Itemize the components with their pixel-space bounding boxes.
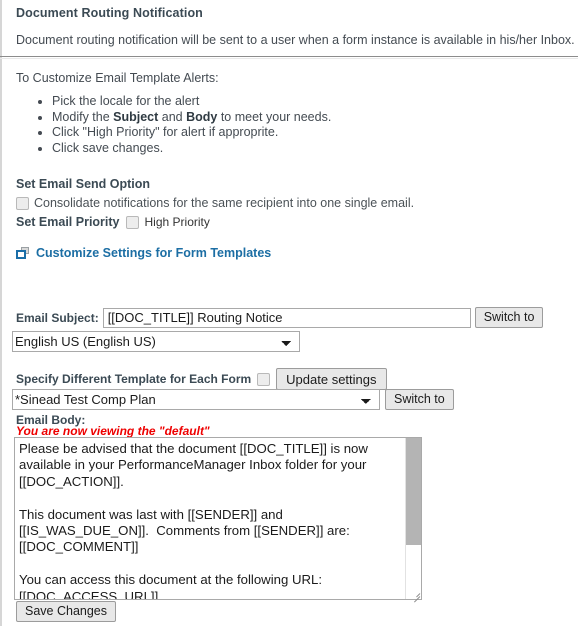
section-divider: [0, 56, 578, 57]
page-title: Document Routing Notification: [16, 6, 203, 20]
list-item-mid: and: [158, 109, 187, 124]
send-option-heading: Set Email Send Option: [16, 177, 151, 191]
locale-select[interactable]: English US (English US): [12, 331, 300, 352]
form-template-select[interactable]: *Sinead Test Comp Plan: [12, 389, 380, 410]
list-item-text: Pick the locale for the alert: [52, 94, 200, 108]
email-body-wrapper: Please be advised that the document [[DO…: [14, 437, 422, 603]
template-switch-to-button[interactable]: Switch to: [385, 389, 454, 410]
page-description: Document routing notification will be se…: [16, 33, 575, 47]
instructions-lead: To Customize Email Template Alerts:: [16, 71, 219, 85]
email-subject-row: Email Subject: Switch to: [16, 307, 544, 328]
template-select-row: *Sinead Test Comp Plan Switch to: [12, 389, 454, 410]
email-subject-input[interactable]: [102, 307, 471, 328]
consolidate-checkbox[interactable]: [16, 196, 29, 210]
list-item: Click save changes.: [52, 141, 578, 157]
list-item-text: Click "High Priority" for alert if appro…: [52, 125, 279, 139]
priority-heading: Set Email Priority: [16, 215, 120, 229]
page-root: Document Routing Notification Document r…: [0, 0, 578, 626]
high-priority-label: High Priority: [144, 215, 210, 229]
priority-row: Set Email Priority High Priority: [16, 215, 578, 229]
viewing-default-note: You are now viewing the "default": [16, 424, 210, 438]
email-subject-label: Email Subject:: [16, 310, 99, 325]
update-settings-button[interactable]: Update settings: [276, 368, 387, 390]
list-item-text: Modify the: [52, 109, 114, 124]
list-item-bold-subject: Subject: [113, 109, 159, 124]
instructions-list: Pick the locale for the alert Modify the…: [16, 94, 578, 156]
list-item: Modify the Subject and Body to meet your…: [52, 110, 578, 126]
popup-window-icon-front: [16, 249, 26, 259]
customize-settings-link-row[interactable]: Customize Settings for Form Templates: [16, 246, 578, 260]
customize-settings-link[interactable]: Customize Settings for Form Templates: [36, 246, 271, 260]
list-item-bold-body: Body: [186, 109, 218, 124]
consolidate-label: Consolidate notifications for the same r…: [34, 196, 415, 210]
list-item: Pick the locale for the alert: [52, 94, 578, 110]
list-item-post: to meet your needs.: [217, 109, 332, 124]
per-form-template-label: Specify Different Template for Each Form: [16, 372, 252, 386]
subject-switch-to-button[interactable]: Switch to: [474, 307, 544, 328]
email-body-textarea[interactable]: Please be advised that the document [[DO…: [14, 437, 422, 600]
content-area: Document Routing Notification Document r…: [2, 0, 578, 47]
list-item-text: Click save changes.: [52, 140, 164, 155]
per-form-template-row: Specify Different Template for Each Form…: [16, 368, 387, 390]
per-form-template-checkbox[interactable]: [257, 372, 271, 386]
consolidate-row: Consolidate notifications for the same r…: [16, 196, 578, 210]
instructions-area: To Customize Email Template Alerts: Pick…: [2, 59, 578, 260]
list-item: Click "High Priority" for alert if appro…: [52, 125, 578, 141]
save-changes-button[interactable]: Save Changes: [16, 601, 117, 622]
send-option-block: Set Email Send Option Consolidate notifi…: [16, 177, 578, 229]
popup-window-icon: [16, 246, 30, 260]
high-priority-checkbox[interactable]: [125, 215, 139, 229]
